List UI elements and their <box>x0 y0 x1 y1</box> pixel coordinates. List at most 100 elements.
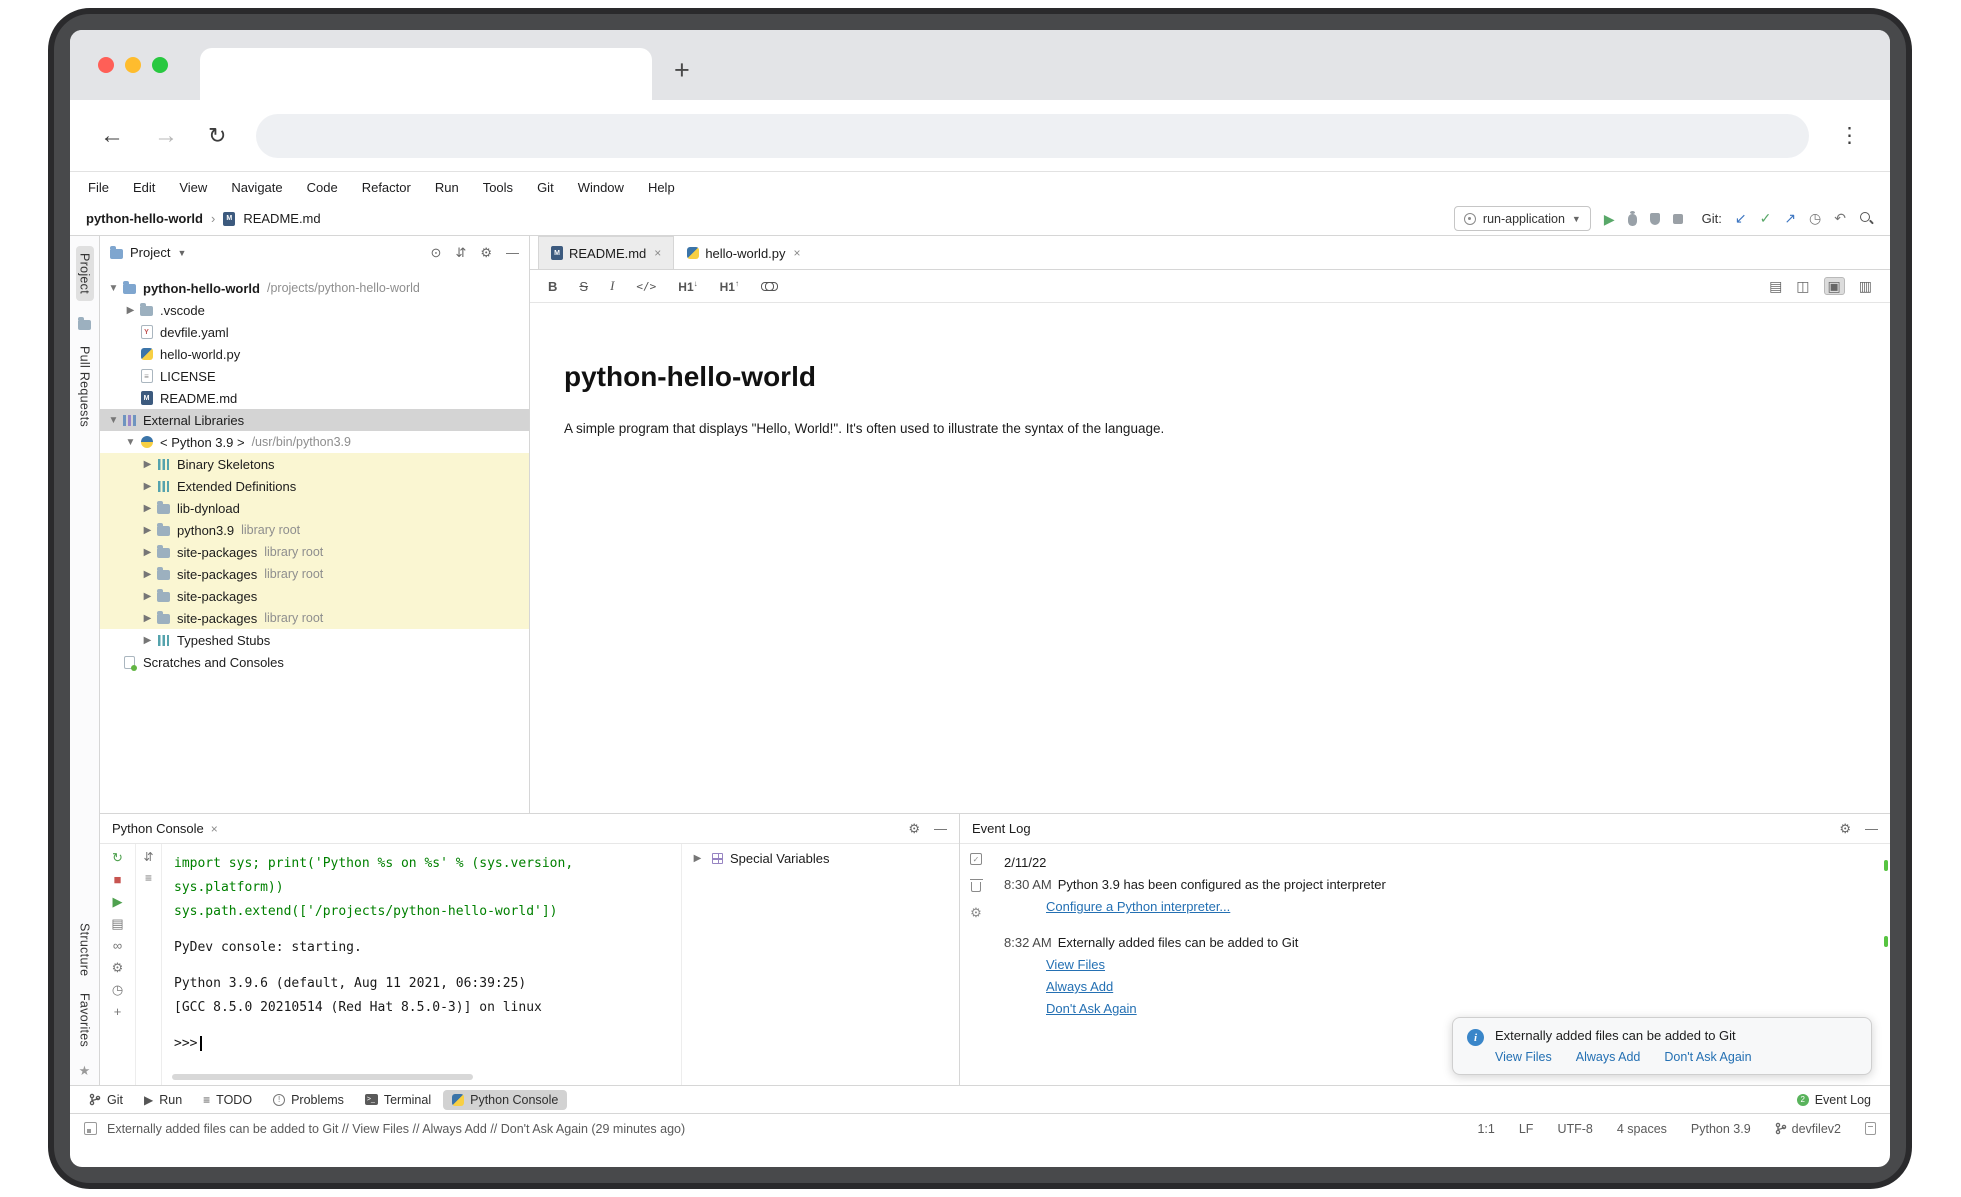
gear-icon[interactable]: ⚙ <box>480 245 492 261</box>
menu-run[interactable]: Run <box>435 180 459 195</box>
tree-row[interactable]: devfile.yaml <box>100 321 529 343</box>
gear-icon[interactable]: ⚙ <box>1839 821 1851 837</box>
sidebar-item-structure[interactable]: Structure <box>78 923 92 976</box>
gear-icon[interactable]: ⚙ <box>112 961 124 974</box>
run-configuration-select[interactable]: run-application ▼ <box>1454 206 1591 231</box>
tree-row-selected[interactable]: ▼ External Libraries <box>100 409 529 431</box>
browser-tab[interactable] <box>200 48 652 100</box>
minimize-window-button[interactable] <box>125 57 141 73</box>
reload-icon[interactable]: ↻ <box>208 125 226 147</box>
tree-row[interactable]: ▶ Binary Skeletons <box>100 453 529 475</box>
menu-refactor[interactable]: Refactor <box>362 180 411 195</box>
menu-edit[interactable]: Edit <box>133 180 155 195</box>
toolwindow-todo[interactable]: ≡ TODO <box>194 1090 261 1110</box>
dont-ask-again-link[interactable]: Don't Ask Again <box>1664 1050 1751 1064</box>
sidebar-item-project[interactable]: Project <box>76 246 94 301</box>
view-files-link[interactable]: View Files <box>1046 957 1105 972</box>
tree-row[interactable]: README.md <box>100 387 529 409</box>
star-icon[interactable]: ★ <box>79 1063 91 1079</box>
rollback-icon[interactable]: ↶ <box>1834 210 1846 227</box>
italic-icon[interactable]: I <box>610 278 614 294</box>
toolwindow-event-log[interactable]: Event Log <box>1788 1090 1880 1110</box>
coverage-button[interactable] <box>1650 213 1660 225</box>
toolwindow-git[interactable]: Git <box>80 1090 132 1110</box>
breadcrumb-project[interactable]: python-hello-world <box>86 211 203 226</box>
toolwindow-run[interactable]: ▶ Run <box>135 1090 191 1110</box>
tree-row[interactable]: ▶ site-packages library root <box>100 607 529 629</box>
tree-row[interactable]: ▶ site-packages <box>100 585 529 607</box>
tree-row[interactable]: ▶ Typeshed Stubs <box>100 629 529 651</box>
debug-button[interactable] <box>1628 214 1637 226</box>
menu-code[interactable]: Code <box>307 180 338 195</box>
new-tab-button[interactable]: + <box>674 57 690 84</box>
back-icon[interactable]: ← <box>100 124 124 148</box>
tree-row[interactable]: LICENSE <box>100 365 529 387</box>
clear-log-icon[interactable] <box>971 882 981 892</box>
browser-menu-icon[interactable]: ⋮ <box>1839 123 1860 148</box>
bold-icon[interactable]: B <box>548 279 557 294</box>
toolwindow-python-console[interactable]: Python Console <box>443 1090 567 1110</box>
chevron-right-icon[interactable]: ▶ <box>140 569 155 580</box>
python-console-title[interactable]: Python Console <box>112 821 204 836</box>
chevron-right-icon[interactable]: ▶ <box>140 481 155 492</box>
address-bar[interactable] <box>256 114 1809 158</box>
indent-setting[interactable]: 4 spaces <box>1617 1122 1667 1136</box>
sidebar-item-favorites[interactable]: Favorites <box>78 993 92 1047</box>
toolwindow-problems[interactable]: Problems <box>264 1090 353 1110</box>
expand-collapse-icon[interactable]: ⇵ <box>455 245 466 261</box>
editor-tab-hello-world[interactable]: hello-world.py × <box>674 236 813 269</box>
tree-row[interactable]: ▼ python-hello-world /projects/python-he… <box>100 277 529 299</box>
git-update-icon[interactable]: ↙ <box>1735 210 1747 227</box>
breadcrumb-file[interactable]: README.md <box>243 211 320 226</box>
chevron-right-icon[interactable]: ▶ <box>123 305 138 316</box>
chevron-down-icon[interactable]: ▼ <box>177 248 186 258</box>
link-icon[interactable] <box>761 282 778 290</box>
rerun-icon[interactable]: ↻ <box>112 851 123 864</box>
close-icon[interactable]: × <box>794 246 801 260</box>
status-message[interactable]: Externally added files can be added to G… <box>107 1122 685 1136</box>
highlighting-level-icon[interactable] <box>1865 1122 1876 1135</box>
chevron-right-icon[interactable]: ▶ <box>140 591 155 602</box>
caret-position[interactable]: 1:1 <box>1477 1122 1494 1136</box>
notification-balloon[interactable]: Externally added files can be added to G… <box>1452 1017 1872 1075</box>
git-push-icon[interactable]: ↗ <box>1784 210 1796 227</box>
chevron-down-icon[interactable]: ▼ <box>106 283 121 294</box>
show-preview-icon[interactable]: ▣ <box>1824 277 1845 295</box>
always-add-link[interactable]: Always Add <box>1576 1050 1641 1064</box>
gear-icon[interactable]: ⚙ <box>908 821 920 837</box>
git-commit-icon[interactable]: ✓ <box>1760 210 1772 227</box>
menu-tools[interactable]: Tools <box>483 180 513 195</box>
console-prompt-line[interactable]: >>> <box>174 1032 669 1056</box>
history-icon[interactable]: ◷ <box>112 983 123 996</box>
folder-icon[interactable] <box>78 320 91 330</box>
menu-navigate[interactable]: Navigate <box>231 180 282 195</box>
tree-row[interactable]: ▶ site-packages library root <box>100 541 529 563</box>
chevron-right-icon[interactable]: ▶ <box>140 635 155 646</box>
editor-tab-readme[interactable]: README.md × <box>538 236 674 269</box>
settings-wrench-icon[interactable]: ⚙ <box>970 905 982 921</box>
tree-row[interactable]: hello-world.py <box>100 343 529 365</box>
add-icon[interactable]: + <box>114 1005 122 1018</box>
hide-panel-icon[interactable]: — <box>506 245 519 260</box>
chevron-right-icon[interactable]: ▶ <box>140 613 155 624</box>
chevron-down-icon[interactable]: ▼ <box>123 437 138 448</box>
menu-window[interactable]: Window <box>578 180 624 195</box>
menu-view[interactable]: View <box>179 180 207 195</box>
project-panel-title[interactable]: Project <box>130 245 170 260</box>
chevron-right-icon[interactable]: ▶ <box>140 525 155 536</box>
menu-file[interactable]: File <box>88 180 109 195</box>
show-editor-icon[interactable]: ▤ <box>1769 279 1782 293</box>
toolwindow-switcher-icon[interactable] <box>84 1122 97 1135</box>
view-files-link[interactable]: View Files <box>1495 1050 1552 1064</box>
hide-panel-icon[interactable]: — <box>1865 821 1878 836</box>
show-split-icon[interactable]: ◫ <box>1796 279 1809 293</box>
always-add-link[interactable]: Always Add <box>1046 979 1113 994</box>
code-icon[interactable]: </> <box>636 280 656 293</box>
tree-row[interactable]: ▼ < Python 3.9 > /usr/bin/python3.9 <box>100 431 529 453</box>
strikethrough-icon[interactable]: S <box>579 279 588 294</box>
event-log-title[interactable]: Event Log <box>972 821 1031 836</box>
toolwindow-terminal[interactable]: Terminal <box>356 1090 440 1110</box>
hide-panel-icon[interactable]: — <box>934 821 947 836</box>
file-encoding[interactable]: UTF-8 <box>1557 1122 1592 1136</box>
tree-row[interactable]: ▶ python3.9 library root <box>100 519 529 541</box>
